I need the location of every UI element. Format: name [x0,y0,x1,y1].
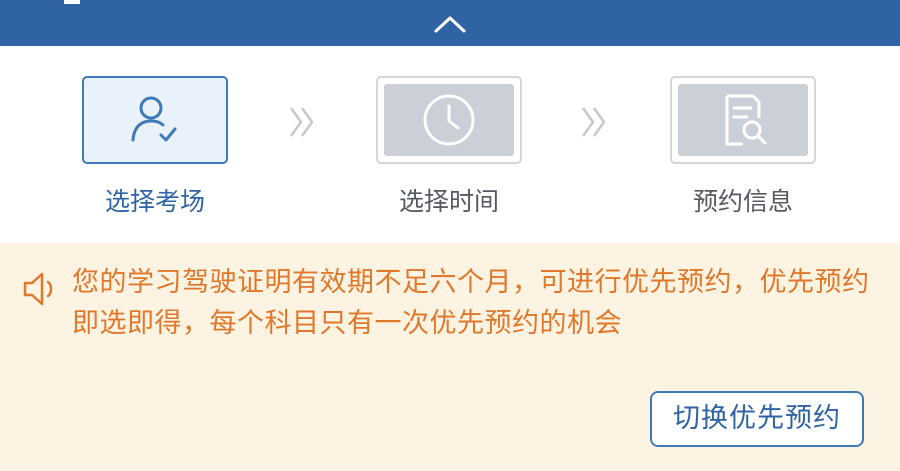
double-chevron-right-icon [581,107,606,137]
document-search-icon [725,94,767,146]
step-select-venue[interactable] [82,76,228,164]
user-check-icon [131,96,177,142]
step-label-venue: 选择考场 [104,187,205,216]
double-chevron-right-icon [289,107,314,137]
speaker-icon [23,272,53,306]
step-select-time[interactable] [376,76,522,164]
chevron-up-icon [434,16,466,33]
clock-icon [423,94,475,146]
header-bar [0,0,900,46]
header-fragment [64,0,80,4]
notice-panel: 您的学习驾驶证明有效期不足六个月，可进行优先预约，优先预约即选即得，每个科目只有… [0,243,900,471]
notice-message: 您的学习驾驶证明有效期不足六个月，可进行优先预约，优先预约即选即得，每个科目只有… [72,267,870,339]
switch-priority-button[interactable]: 切换优先预约 [650,391,864,447]
step-reservation-info[interactable] [670,76,816,164]
step-label-time: 选择时间 [398,187,499,216]
collapse-button[interactable] [430,10,470,38]
step-label-info: 预约信息 [692,187,793,216]
